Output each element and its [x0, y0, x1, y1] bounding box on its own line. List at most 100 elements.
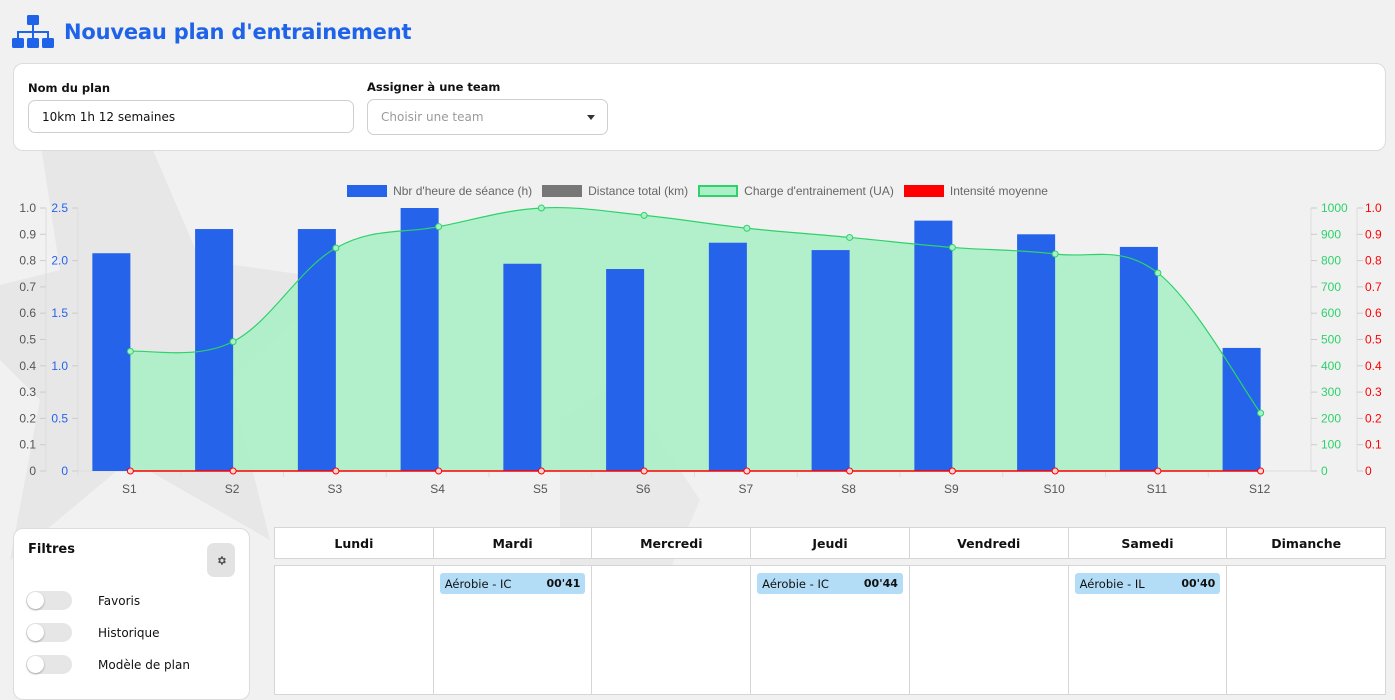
x-tick-label: S12 [1249, 482, 1271, 496]
day-cell-mardi[interactable]: Aérobie - IC 00'41 [434, 566, 593, 694]
filters-panel: Filtres Favoris Historique Modèle de pla… [13, 528, 250, 700]
day-cell-jeudi[interactable]: Aérobie - IC 00'44 [751, 566, 910, 694]
load-point [537, 204, 545, 212]
modele-de-plan-toggle[interactable] [26, 655, 72, 674]
session-duration: 00'41 [546, 577, 581, 590]
day-cell-mercredi[interactable] [592, 566, 752, 694]
filter-favoris[interactable]: Favoris [26, 591, 140, 610]
y-tick-label-intensity: 0.9 [1365, 227, 1382, 241]
y-tick-label-distance: 0.1 [19, 438, 36, 452]
intensity-point [1257, 467, 1265, 475]
load-point [435, 223, 443, 231]
hours-bar [811, 250, 850, 471]
x-tick-label: S7 [739, 482, 754, 496]
intensity-point [1051, 467, 1059, 475]
y-tick-label-load: 200 [1321, 411, 1341, 425]
y-tick-label-load: 100 [1321, 438, 1341, 452]
hours-bar [1017, 234, 1056, 471]
intensity-point [846, 467, 854, 475]
y-tick-label-hours: 1.5 [51, 306, 68, 320]
x-tick-label: S3 [328, 482, 343, 496]
y-tick-label-load: 600 [1321, 306, 1341, 320]
filter-modele-de-plan[interactable]: Modèle de plan [26, 655, 190, 674]
day-cell-dimanche[interactable] [1227, 566, 1385, 694]
session-card[interactable]: Aérobie - IC 00'41 [439, 573, 586, 594]
y-tick-label-distance: 1.0 [19, 201, 36, 215]
session-card[interactable]: Aérobie - IL 00'40 [1074, 573, 1221, 594]
plan-name-input[interactable]: 10km 1h 12 semaines [28, 100, 354, 133]
y-tick-label-hours: 1.0 [51, 359, 68, 373]
hours-bar [708, 242, 747, 471]
x-tick-label: S5 [533, 482, 548, 496]
y-tick-label-load: 800 [1321, 254, 1341, 268]
day-cell-samedi[interactable]: Aérobie - IL 00'40 [1069, 566, 1228, 694]
session-label: Aérobie - IC [444, 576, 512, 591]
load-point [846, 233, 854, 241]
filter-historique[interactable]: Historique [26, 623, 160, 642]
intensity-point [332, 467, 340, 475]
x-tick-label: S2 [225, 482, 240, 496]
y-tick-label-intensity: 1.0 [1365, 201, 1382, 215]
y-tick-label-distance: 0.7 [19, 280, 36, 294]
session-card[interactable]: Aérobie - IC 00'44 [757, 573, 903, 594]
x-tick-label: S6 [636, 482, 651, 496]
team-select-placeholder: Choisir une team [381, 110, 484, 124]
y-tick-label-distance: 0.9 [19, 227, 36, 241]
day-header-jeudi: Jeudi [751, 528, 910, 558]
y-tick-label-load: 500 [1321, 333, 1341, 347]
team-select[interactable]: Choisir une team [367, 99, 608, 135]
day-cell-lundi[interactable] [275, 566, 434, 694]
sitemap-icon [12, 15, 54, 48]
y-tick-label-distance: 0.4 [19, 359, 36, 373]
intensity-point [1154, 467, 1162, 475]
chevron-down-icon [587, 115, 595, 120]
intensity-point [126, 467, 134, 475]
historique-toggle[interactable] [26, 623, 72, 642]
hours-bar [92, 253, 131, 471]
y-tick-label-distance: 0.8 [19, 254, 36, 268]
hours-bar [1119, 246, 1158, 471]
session-duration: 00'40 [1181, 577, 1216, 590]
y-tick-label-hours: 2.0 [51, 254, 68, 268]
calendar-header: Lundi Mardi Mercredi Jeudi Vendredi Same… [274, 527, 1386, 559]
y-tick-label-intensity: 0.6 [1365, 306, 1382, 320]
y-tick-label-hours: 2.5 [51, 201, 68, 215]
filter-label: Historique [98, 625, 160, 640]
intensity-point [229, 467, 237, 475]
y-tick-label-distance: 0.5 [19, 333, 36, 347]
y-tick-label-intensity: 0.3 [1365, 385, 1382, 399]
x-tick-label: S9 [944, 482, 959, 496]
day-header-lundi: Lundi [275, 528, 434, 558]
hours-bar [606, 269, 645, 471]
training-load-chart: Nbr d'heure de séance (h) Distance total … [0, 175, 1395, 505]
y-tick-label-hours: 0.5 [51, 411, 68, 425]
session-label: Aérobie - IC [762, 576, 829, 591]
load-point [1051, 250, 1059, 258]
y-tick-label-load: 700 [1321, 280, 1341, 294]
x-tick-label: S8 [841, 482, 856, 496]
y-tick-label-intensity: 0.4 [1365, 359, 1382, 373]
y-tick-label-load: 400 [1321, 359, 1341, 373]
intensity-point [640, 467, 648, 475]
plan-form-card: Nom du plan 10km 1h 12 semaines Assigner… [13, 63, 1386, 151]
gear-icon [217, 555, 226, 565]
y-tick-label-distance: 0.6 [19, 306, 36, 320]
y-tick-label-distance: 0.3 [19, 385, 36, 399]
load-point [229, 338, 237, 346]
chart-canvas: 1.0 0.9 0.8 0.7 0.6 0.5 0.4 0.3 0.2 0.1 0 2.5 2.0 1.5… [19, 201, 1382, 496]
x-tick-label: S1 [122, 482, 137, 496]
hours-bar [195, 229, 234, 471]
load-point [640, 211, 648, 219]
hours-bar [914, 220, 953, 471]
hours-bar [503, 263, 542, 471]
y-tick-label-load: 900 [1321, 227, 1341, 241]
plan-name-label: Nom du plan [28, 81, 111, 95]
day-cell-vendredi[interactable] [910, 566, 1069, 694]
favoris-toggle[interactable] [26, 591, 72, 610]
settings-button[interactable] [207, 543, 235, 577]
y-tick-label-distance: 0 [29, 464, 36, 478]
load-point [1257, 409, 1265, 417]
x-tick-label: S10 [1043, 482, 1065, 496]
filter-label: Modèle de plan [98, 657, 190, 672]
intensity-point [743, 467, 751, 475]
